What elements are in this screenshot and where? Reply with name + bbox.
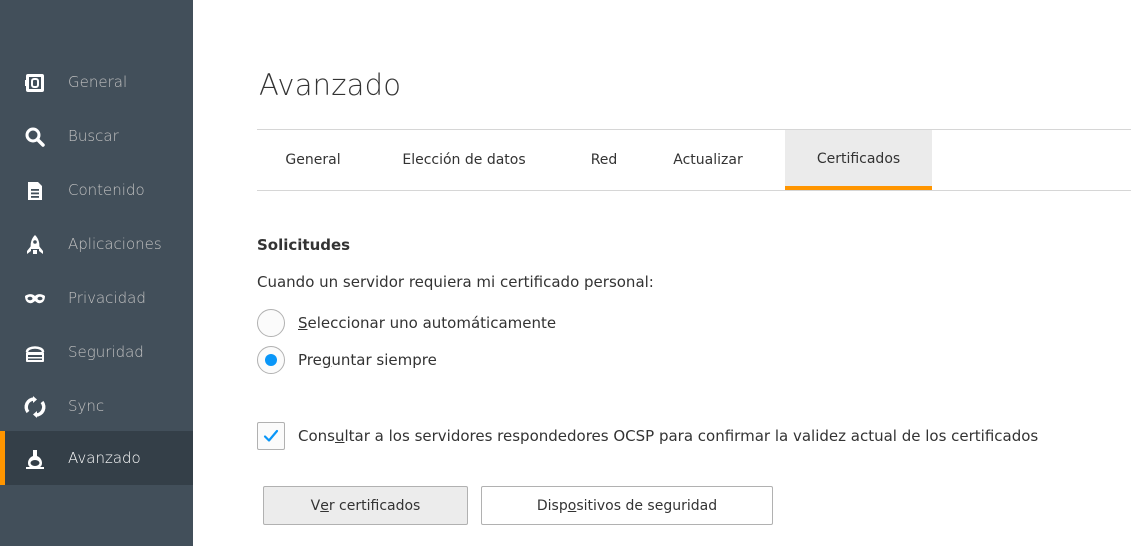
ocsp-label: Consultar a los servidores respondedores… bbox=[298, 427, 1039, 445]
ocsp-checkbox-row[interactable]: Consultar a los servidores respondedores… bbox=[257, 421, 1038, 451]
tab-certificates[interactable]: Certificados bbox=[785, 130, 932, 190]
search-icon bbox=[24, 126, 46, 148]
sidebar-item-label: Seguridad bbox=[68, 343, 144, 361]
sidebar-item-applications[interactable]: Aplicaciones bbox=[0, 217, 193, 271]
sidebar-item-search[interactable]: Buscar bbox=[0, 109, 193, 163]
radio-label: Seleccionar uno automáticamente bbox=[298, 314, 557, 332]
requests-description: Cuando un servidor requiera mi certifica… bbox=[257, 273, 654, 291]
sidebar-item-general[interactable]: General bbox=[0, 55, 193, 109]
main-content: Avanzado General Elección de datos Red A… bbox=[193, 0, 1131, 546]
sidebar-item-label: Privacidad bbox=[68, 289, 146, 307]
security-icon bbox=[24, 342, 46, 364]
radio-label: Preguntar siempre bbox=[298, 351, 437, 369]
radio-select-automatically[interactable]: Seleccionar uno automáticamente bbox=[257, 308, 556, 338]
ocsp-checkbox[interactable] bbox=[257, 422, 285, 450]
radio-dot bbox=[265, 354, 277, 366]
security-devices-button[interactable]: Disp o sitivos de seguridad bbox=[481, 486, 773, 525]
sidebar-item-content[interactable]: Contenido bbox=[0, 163, 193, 217]
radio-button-checked[interactable] bbox=[257, 346, 285, 374]
sidebar-item-privacy[interactable]: Privacidad bbox=[0, 271, 193, 325]
tab-network[interactable]: Red bbox=[576, 130, 632, 190]
section-title-requests: Solicitudes bbox=[257, 236, 351, 254]
radio-ask-every-time[interactable]: Preguntar siempre bbox=[257, 345, 437, 375]
page-title: Avanzado bbox=[259, 68, 402, 102]
sync-icon bbox=[24, 396, 46, 418]
sidebar-item-sync[interactable]: Sync bbox=[0, 379, 193, 433]
checkmark-icon bbox=[263, 429, 279, 442]
sidebar-item-label: General bbox=[68, 73, 128, 91]
privacy-mask-icon bbox=[24, 288, 46, 310]
sidebar-item-label: Avanzado bbox=[68, 449, 141, 467]
sidebar-item-security[interactable]: Seguridad bbox=[0, 325, 193, 379]
general-icon bbox=[24, 72, 46, 94]
tab-bar: General Elección de datos Red Actualizar… bbox=[257, 129, 1131, 191]
content-icon bbox=[24, 180, 46, 202]
sidebar-item-label: Buscar bbox=[68, 127, 119, 145]
tab-data-choices[interactable]: Elección de datos bbox=[381, 130, 547, 190]
sidebar-item-label: Contenido bbox=[68, 181, 145, 199]
sidebar-item-label: Sync bbox=[68, 397, 105, 415]
tab-general[interactable]: General bbox=[276, 130, 350, 190]
view-certificates-button[interactable]: Ver certificados bbox=[263, 486, 468, 525]
active-indicator bbox=[0, 431, 5, 485]
tab-update[interactable]: Actualizar bbox=[663, 130, 753, 190]
applications-icon bbox=[24, 234, 46, 256]
radio-button[interactable] bbox=[257, 309, 285, 337]
sidebar-item-advanced[interactable]: Avanzado bbox=[0, 431, 193, 485]
sidebar-item-label: Aplicaciones bbox=[68, 235, 162, 253]
sidebar: General Buscar Contenido Aplicaciones Pr… bbox=[0, 0, 193, 546]
advanced-icon bbox=[24, 448, 46, 470]
